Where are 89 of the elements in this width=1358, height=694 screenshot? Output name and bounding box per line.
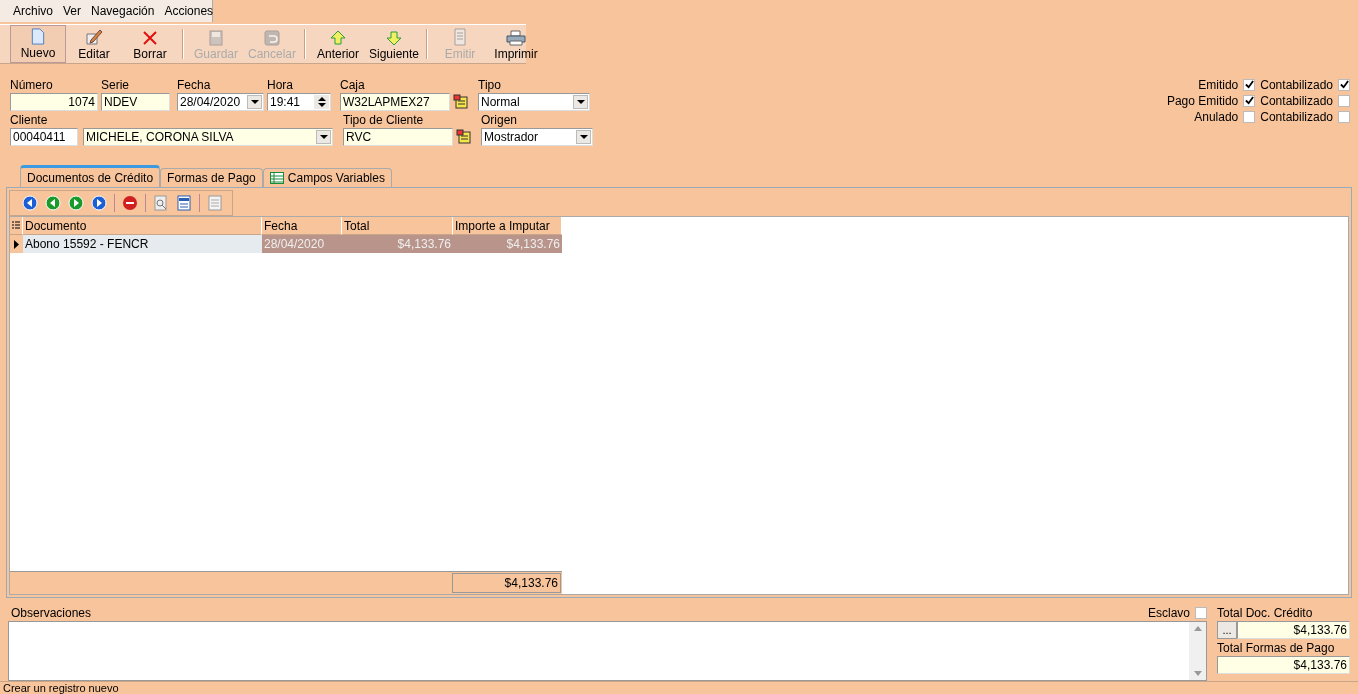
remove-button-icon[interactable] bbox=[122, 195, 138, 212]
field-label: Caja bbox=[340, 77, 366, 92]
column-chooser-icon[interactable] bbox=[12, 220, 20, 231]
checkbox[interactable] bbox=[1195, 606, 1207, 619]
total-field: $4,133.76 bbox=[1217, 655, 1350, 674]
details-button[interactable]: ... bbox=[1217, 620, 1237, 639]
field-label: Serie bbox=[101, 77, 130, 92]
field-label: Tipo bbox=[478, 77, 502, 92]
toolbar-button[interactable]: Borrar bbox=[122, 24, 178, 63]
table-cell: 28/04/2020 bbox=[262, 235, 342, 254]
checkbox[interactable] bbox=[1338, 78, 1350, 91]
cross-icon bbox=[142, 29, 158, 46]
flag-label: Anulado bbox=[1194, 109, 1239, 124]
status-bar: Crear un registro nuevo bbox=[0, 681, 1358, 694]
client-code-field[interactable]: 00040411 bbox=[10, 127, 78, 146]
menu-item[interactable]: Archivo bbox=[8, 3, 58, 18]
client-name-dropdown[interactable]: MICHELE, CORONA SILVA bbox=[83, 127, 333, 146]
magnifier-icon[interactable] bbox=[153, 195, 169, 212]
total-field: $4,133.76 bbox=[1237, 620, 1350, 639]
caret-icon[interactable] bbox=[250, 99, 259, 104]
field-label: Total Doc. Crédito bbox=[1217, 605, 1314, 621]
tab[interactable]: Documentos de Crédito bbox=[20, 165, 161, 188]
field-label: Hora bbox=[267, 77, 294, 92]
type-dropdown[interactable]: Normal bbox=[478, 92, 590, 111]
column-header[interactable]: Total bbox=[342, 217, 453, 236]
caret-icon[interactable] bbox=[579, 134, 588, 139]
down-arrow-icon bbox=[386, 29, 402, 46]
table-cell: $4,133.76 bbox=[453, 235, 562, 254]
toolbar-button[interactable]: Imprimir bbox=[488, 24, 544, 63]
lookup-icon[interactable] bbox=[453, 93, 469, 110]
spin-arrows-icon[interactable] bbox=[317, 96, 326, 107]
toolbar-button[interactable]: Editar bbox=[66, 24, 122, 63]
column-header[interactable]: Documento bbox=[23, 217, 262, 236]
flag-label: Emitido bbox=[1198, 77, 1239, 92]
table-row[interactable]: Abono 15592 - FENCR 28/04/2020 $4,133.76 $4,133.76 bbox=[10, 235, 562, 254]
column-header[interactable]: Fecha bbox=[262, 217, 342, 236]
table-cell: Abono 15592 - FENCR bbox=[23, 235, 262, 254]
back-button-icon[interactable] bbox=[22, 195, 38, 212]
checkbox[interactable] bbox=[1243, 78, 1256, 91]
field-label: Total Formas de Pago bbox=[1217, 640, 1336, 656]
flag-label: Contabilizado bbox=[1260, 77, 1333, 92]
field-label: Origen bbox=[481, 112, 519, 127]
toolbar-button[interactable]: Siguiente bbox=[366, 24, 422, 63]
menu-item[interactable]: Ver bbox=[58, 3, 87, 18]
tab[interactable]: Formas de Pago bbox=[160, 168, 263, 188]
notes-field[interactable] bbox=[8, 620, 1207, 681]
field-label: Tipo de Cliente bbox=[343, 112, 425, 127]
up-arrow-icon bbox=[330, 29, 346, 46]
field-label: Cliente bbox=[10, 112, 49, 127]
row-pointer-icon bbox=[14, 239, 19, 249]
undo-icon bbox=[264, 29, 280, 46]
tab[interactable]: Campos Variables bbox=[262, 168, 392, 188]
forward-button-icon[interactable] bbox=[91, 195, 107, 212]
flag-label: Contabilizado bbox=[1260, 93, 1333, 108]
page-icon bbox=[30, 27, 46, 45]
field-label: Número bbox=[10, 77, 54, 92]
cash-register-field[interactable]: W32LAPMEX27 bbox=[340, 92, 450, 111]
checkbox[interactable] bbox=[1338, 110, 1350, 123]
lookup-icon[interactable] bbox=[456, 128, 472, 145]
pencil-icon bbox=[85, 27, 103, 46]
client-type-field[interactable]: RVC bbox=[343, 127, 453, 146]
table-icon bbox=[269, 172, 284, 185]
menu-item[interactable]: Navegación bbox=[86, 3, 160, 18]
origin-dropdown[interactable]: Mostrador bbox=[481, 127, 593, 146]
time-field[interactable]: 19:41 bbox=[267, 92, 331, 111]
column-header[interactable]: Importe a Imputar bbox=[453, 217, 562, 236]
back-button-icon[interactable] bbox=[45, 195, 61, 212]
floppy-icon bbox=[208, 29, 224, 46]
checkbox[interactable] bbox=[1243, 110, 1256, 123]
checkbox[interactable] bbox=[1243, 94, 1256, 107]
toolbar-button[interactable]: Nuevo bbox=[10, 24, 66, 63]
form-icon[interactable] bbox=[176, 195, 192, 212]
series-field[interactable]: NDEV bbox=[101, 92, 170, 111]
field-label: Fecha bbox=[177, 77, 212, 92]
menu-item[interactable]: Acciones bbox=[159, 3, 219, 18]
forward-button-icon[interactable] bbox=[68, 195, 84, 212]
footer-total: $4,133.76 bbox=[452, 572, 561, 593]
caret-icon[interactable] bbox=[576, 99, 585, 104]
flag-label: Contabilizado bbox=[1260, 109, 1333, 124]
checkbox-label: Esclavo bbox=[1147, 605, 1190, 620]
document-icon bbox=[452, 27, 468, 46]
table-cell: $4,133.76 bbox=[342, 235, 453, 254]
checkbox[interactable] bbox=[1338, 94, 1350, 107]
number-field[interactable]: 1074 bbox=[10, 92, 98, 111]
toolbar-button[interactable]: Anterior bbox=[310, 24, 366, 63]
flag-label: Pago Emitido bbox=[1166, 93, 1239, 108]
field-label: Observaciones bbox=[11, 605, 92, 620]
date-field[interactable]: 28/04/2020 bbox=[177, 92, 264, 111]
caret-icon[interactable] bbox=[319, 134, 328, 139]
